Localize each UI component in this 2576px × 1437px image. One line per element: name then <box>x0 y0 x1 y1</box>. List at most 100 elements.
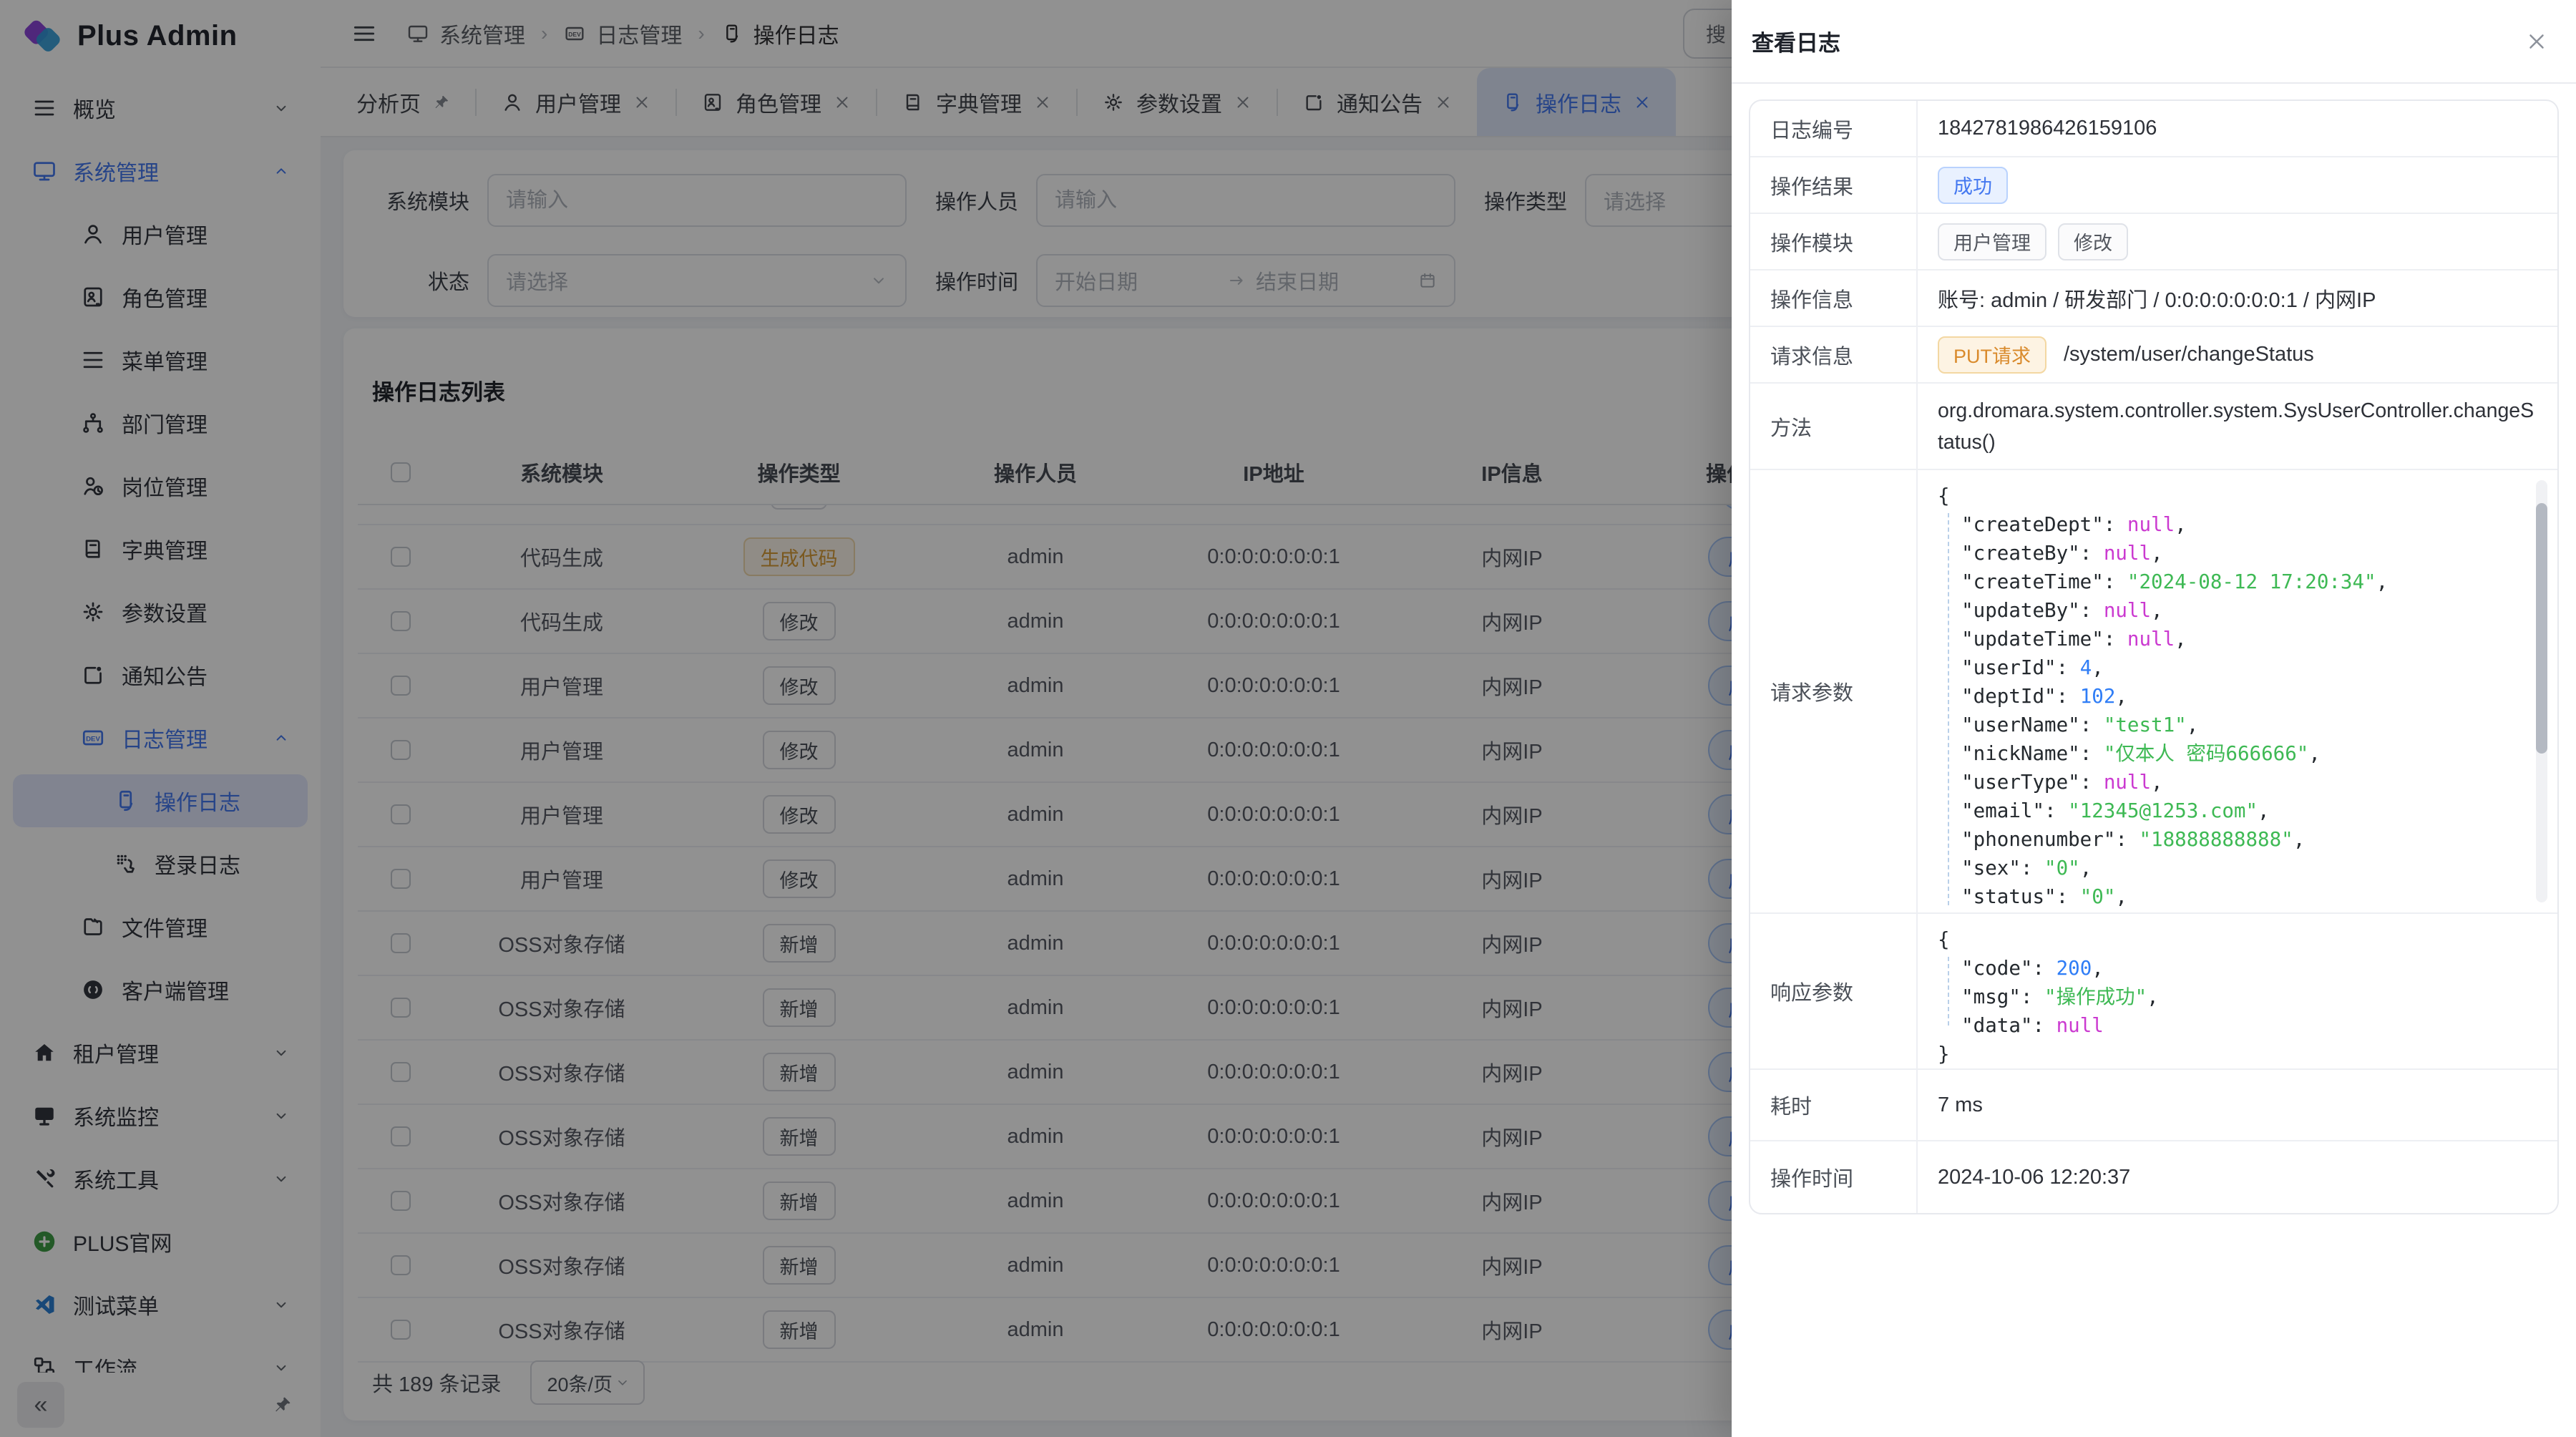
field-label: 操作时间 <box>1750 1141 1918 1213</box>
json-token: : <box>2080 713 2104 736</box>
json-token: : <box>2080 542 2104 565</box>
json-token: null <box>2127 513 2175 536</box>
json-token: , <box>2175 628 2187 651</box>
field-method: 方法 org.dromara.system.controller.system.… <box>1750 384 2557 470</box>
field-value: 账号: admin / 研发部门 / 0:0:0:0:0:0:0:1 / 内网I… <box>1938 283 2376 313</box>
json-token: , <box>2115 885 2127 908</box>
json-token: null <box>2127 628 2175 651</box>
json-token: , <box>2092 957 2104 980</box>
json-token: 200 <box>2057 957 2092 980</box>
json-token: , <box>2092 656 2104 679</box>
json-line: "nickName": "仅本人 密码666666", <box>1938 739 2537 768</box>
json-token: null <box>2104 771 2151 794</box>
json-token: "userId" <box>1938 656 2057 679</box>
json-token: "userName" <box>1938 713 2080 736</box>
json-line: } <box>1938 1040 2537 1068</box>
scrollbar-thumb[interactable] <box>2536 503 2547 754</box>
json-token: "test1" <box>2104 713 2187 736</box>
field-module: 操作模块 用户管理 修改 <box>1750 214 2557 271</box>
json-line: "createDept": null, <box>1938 510 2537 539</box>
field-request-params: 请求参数 { "createDept": null, "createBy": n… <box>1750 470 2557 914</box>
json-token: "2024-08-12 17:20:34" <box>2127 570 2376 593</box>
json-line: "sex": "0", <box>1938 854 2537 882</box>
json-token: , <box>2151 599 2163 622</box>
json-line: "phonenumber": "18888888888", <box>1938 825 2537 854</box>
json-token: "18888888888" <box>2139 828 2293 851</box>
json-token: : <box>2021 857 2044 880</box>
json-token: "updateTime" <box>1938 628 2104 651</box>
field-value: 2024-10-06 12:20:37 <box>1938 1166 2130 1189</box>
json-token: , <box>2376 570 2389 593</box>
close-icon[interactable] <box>2524 29 2549 54</box>
field-value: 1842781986426159106 <box>1938 117 2157 140</box>
request-path: /system/user/changeStatus <box>2064 343 2314 366</box>
json-line: "status": "0", <box>1938 882 2537 911</box>
json-token: "12345@1253.com" <box>2068 799 2258 822</box>
json-token: : <box>2080 771 2104 794</box>
json-token: : <box>2115 828 2139 851</box>
json-line: "updateBy": null, <box>1938 596 2537 625</box>
json-token: , <box>2151 542 2163 565</box>
json-token: "操作成功" <box>2044 985 2147 1008</box>
log-detail-table: 日志编号 1842781986426159106 操作结果 成功 操作模块 用户… <box>1749 99 2559 1214</box>
json-token: "sex" <box>1938 857 2021 880</box>
scrollbar-track <box>2536 480 2547 902</box>
json-line: "userName": "test1", <box>1938 711 2537 739</box>
json-token: "deptId" <box>1938 685 2057 708</box>
json-token: : <box>2080 599 2104 622</box>
field-label: 耗时 <box>1750 1070 1918 1140</box>
json-token: "仅本人 密码666666" <box>2104 742 2309 765</box>
json-token: : <box>2057 885 2080 908</box>
action-type-badge: 修改 <box>2058 223 2128 260</box>
json-token: : <box>2044 799 2068 822</box>
json-token: : <box>2057 656 2080 679</box>
json-token: : <box>2021 985 2044 1008</box>
json-token: null <box>2104 542 2151 565</box>
indent-guide <box>1948 513 1949 905</box>
json-line: "deptId": 102, <box>1938 682 2537 711</box>
response-params-json: { "code": 200, "msg": "操作成功", "data": nu… <box>1938 925 2537 1068</box>
json-token: : <box>2032 957 2056 980</box>
field-log-id: 日志编号 1842781986426159106 <box>1750 101 2557 157</box>
json-token: "phonenumber" <box>1938 828 2115 851</box>
json-token: : <box>2032 1014 2056 1037</box>
json-token: , <box>2175 513 2187 536</box>
json-token: "data" <box>1938 1014 2032 1037</box>
field-op-info: 操作信息 账号: admin / 研发部门 / 0:0:0:0:0:0:0:1 … <box>1750 271 2557 327</box>
json-token: "0" <box>2080 885 2116 908</box>
json-line: { <box>1938 925 2537 954</box>
json-token: "nickName" <box>1938 742 2080 765</box>
indent-guide <box>1948 957 1949 1026</box>
json-token: "email" <box>1938 799 2044 822</box>
field-label: 操作模块 <box>1750 214 1918 269</box>
json-line: "data": null <box>1938 1011 2537 1040</box>
field-label: 请求参数 <box>1750 470 1918 912</box>
json-token: } <box>1938 1043 1950 1066</box>
field-value: 7 ms <box>1938 1093 1983 1117</box>
json-line: "userType": null, <box>1938 768 2537 797</box>
field-label: 操作信息 <box>1750 271 1918 326</box>
put-method-badge: PUT请求 <box>1938 336 2046 374</box>
drawer-title: 查看日志 <box>1752 25 1840 57</box>
json-token: 102 <box>2080 685 2116 708</box>
json-token: "createBy" <box>1938 542 2080 565</box>
drawer-body: 日志编号 1842781986426159106 操作结果 成功 操作模块 用户… <box>1732 84 2576 1230</box>
json-token: : <box>2104 628 2127 651</box>
json-line: "updateTime": null, <box>1938 625 2537 653</box>
field-op-time: 操作时间 2024-10-06 12:20:37 <box>1750 1141 2557 1213</box>
json-token: : <box>2104 570 2127 593</box>
drawer-header: 查看日志 <box>1732 0 2576 84</box>
json-token: , <box>2147 985 2159 1008</box>
json-token: null <box>2057 1014 2104 1037</box>
field-request-info: 请求信息 PUT请求 /system/user/changeStatus <box>1750 327 2557 384</box>
json-token: , <box>2293 828 2306 851</box>
json-token: "code" <box>1938 957 2032 980</box>
field-value: org.dromara.system.controller.system.Sys… <box>1938 395 2537 458</box>
json-token: "msg" <box>1938 985 2021 1008</box>
json-line: "msg": "操作成功", <box>1938 983 2537 1011</box>
json-token: { <box>1938 484 1950 507</box>
json-token: : <box>2104 513 2127 536</box>
success-badge: 成功 <box>1938 167 2008 204</box>
json-token: , <box>2080 857 2092 880</box>
json-token: null <box>2104 599 2151 622</box>
